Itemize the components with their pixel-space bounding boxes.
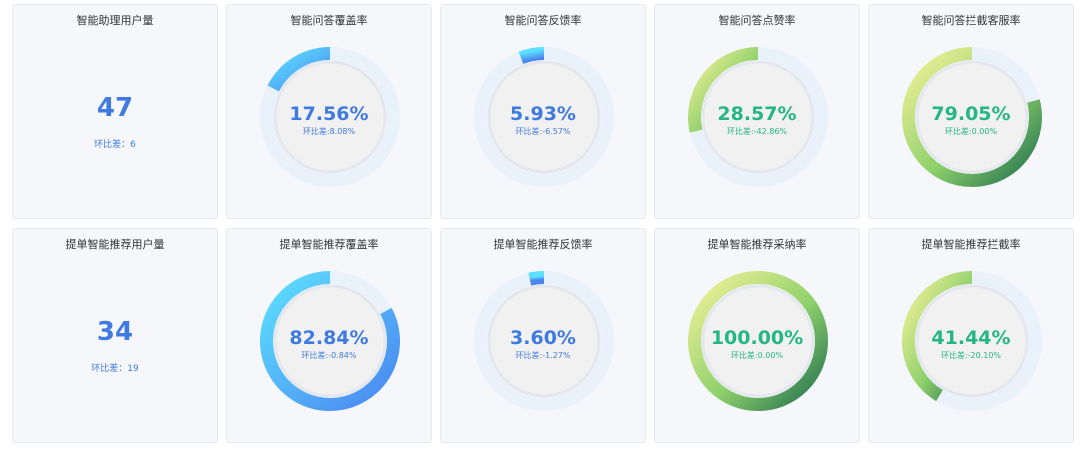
gauge-delta: 环比差:8.08% — [302, 127, 356, 136]
card-qa-intercept: 智能问答拦截客服率 79.05% 环比差:0.00% — [868, 4, 1074, 219]
card-ticket-adoption: 提单智能推荐采纳率 100.00% 环比差:0.00% — [654, 228, 860, 443]
gauge-percent: 17.56% — [289, 103, 369, 125]
gauge-delta: 环比差:-0.84% — [301, 351, 357, 360]
card-title: 智能助理用户量 — [76, 14, 154, 27]
gauge-center: 79.05% 环比差:0.00% — [869, 103, 1073, 137]
gauge-center: 41.44% 环比差:-20.10% — [869, 327, 1073, 361]
gauge-delta: 环比差:-42.86% — [726, 127, 788, 136]
card-ticket-intercept: 提单智能推荐拦截率 41.44% 环比差:-20.10% — [868, 228, 1074, 443]
gauge-arc — [528, 271, 545, 286]
card-ticket-feedback: 提单智能推荐反馈率 3.60% 环比差:-1.27% — [440, 228, 646, 443]
gauge-center: 3.60% 环比差:-1.27% — [441, 327, 645, 361]
gauge-percent: 28.57% — [717, 103, 797, 125]
gauge-percent: 41.44% — [931, 327, 1011, 349]
card-title: 提单智能推荐用户量 — [65, 238, 165, 251]
gauge-center: 100.00% 环比差:0.00% — [655, 327, 859, 361]
gauge-percent: 100.00% — [710, 327, 804, 349]
card-ticket-coverage: 提单智能推荐覆盖率 82.84% 环比差:-0.84% — [226, 228, 432, 443]
gauge-center: 82.84% 环比差:-0.84% — [227, 327, 431, 361]
dashboard-grid: 智能助理用户量 47 环比差：6 智能问答覆盖率 17.56% 环比差:8.08… — [12, 4, 1074, 443]
gauge-delta: 环比差:0.00% — [730, 351, 784, 360]
gauge-delta: 环比差:-6.57% — [515, 127, 571, 136]
card-qa-feedback: 智能问答反馈率 5.93% 环比差:-6.57% — [440, 4, 646, 219]
card-ticket-recommend-users: 提单智能推荐用户量 34 环比差：19 — [12, 228, 218, 443]
card-qa-coverage: 智能问答覆盖率 17.56% 环比差:8.08% — [226, 4, 432, 219]
gauge-center: 28.57% 环比差:-42.86% — [655, 103, 859, 137]
gauge-delta: 环比差:-1.27% — [515, 351, 571, 360]
gauge-center: 17.56% 环比差:8.08% — [227, 103, 431, 137]
gauge-percent: 82.84% — [289, 327, 369, 349]
stat-delta: 环比差：19 — [91, 364, 139, 374]
card-assistant-users: 智能助理用户量 47 环比差：6 — [12, 4, 218, 219]
gauge-percent: 5.93% — [510, 103, 576, 125]
gauge-percent: 79.05% — [931, 103, 1011, 125]
gauge-center: 5.93% 环比差:-6.57% — [441, 103, 645, 137]
card-qa-likes: 智能问答点赞率 28.57% 环比差:-42.86% — [654, 4, 860, 219]
stat-value: 47 — [96, 93, 134, 123]
stat-delta: 环比差：6 — [94, 140, 136, 150]
gauge-percent: 3.60% — [510, 327, 576, 349]
gauge-arc — [518, 47, 545, 65]
gauge-delta: 环比差:0.00% — [944, 127, 998, 136]
stat-value: 34 — [96, 317, 134, 347]
gauge-delta: 环比差:-20.10% — [940, 351, 1002, 360]
